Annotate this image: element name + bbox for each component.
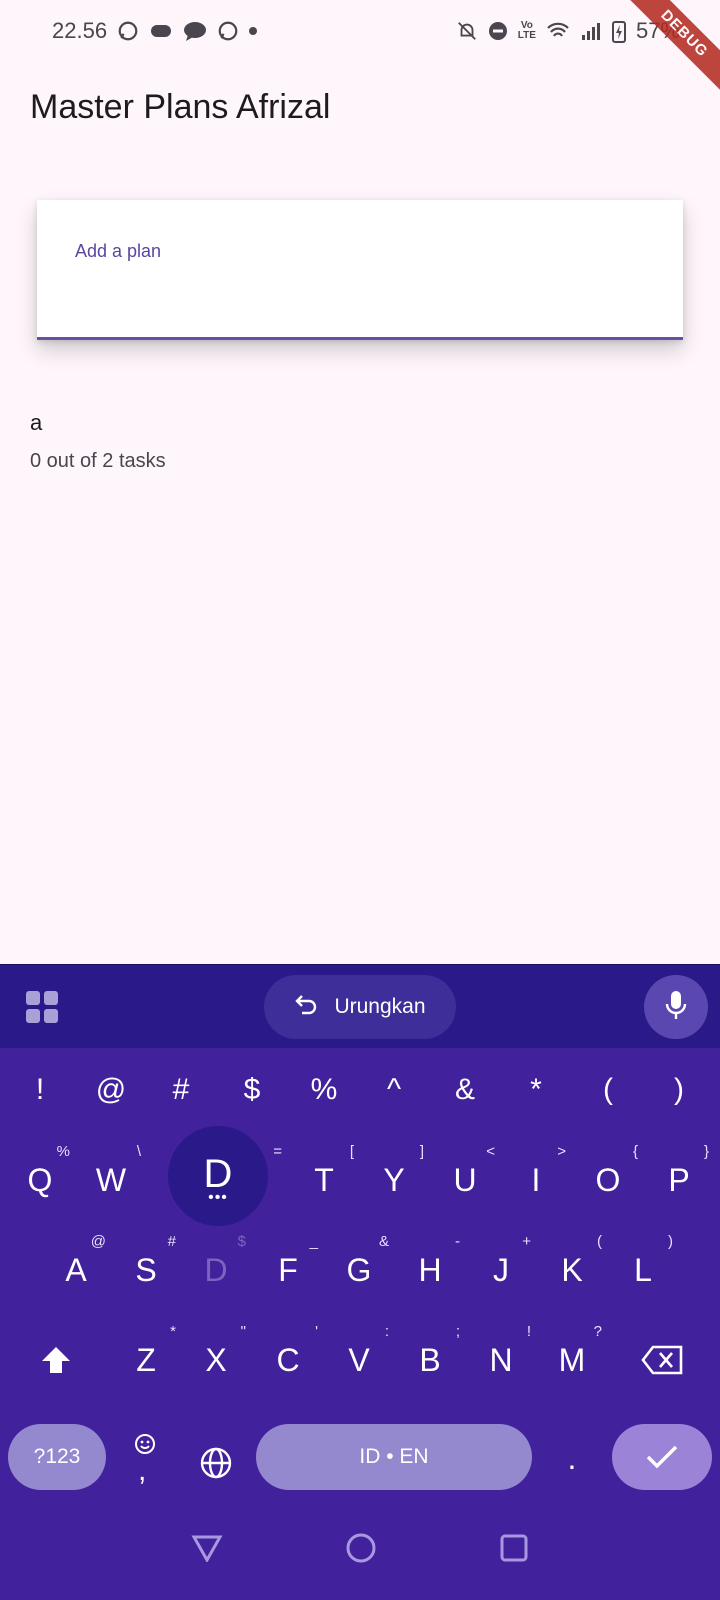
input-focus-underline <box>37 337 683 340</box>
key-h[interactable]: H- <box>394 1226 466 1314</box>
keyboard-toolbar: Urungkan <box>0 964 720 1048</box>
add-plan-card <box>37 200 683 340</box>
plan-progress: 0 out of 2 tasks <box>30 450 166 472</box>
undo-icon <box>294 993 318 1021</box>
globe-icon <box>200 1447 232 1479</box>
game-controller-icon <box>149 21 173 41</box>
key-row-1: Q% W \ = T[ Y] U < I > O{ P} <box>0 1136 720 1224</box>
key-m[interactable]: M? <box>536 1316 608 1404</box>
language-key[interactable] <box>180 1424 252 1490</box>
add-plan-input[interactable] <box>75 236 635 266</box>
key[interactable]: * <box>500 1046 572 1134</box>
home-icon[interactable] <box>345 1532 377 1569</box>
key-p[interactable]: P} <box>643 1136 715 1224</box>
battery-charging-icon <box>611 19 626 43</box>
key[interactable]: ^ <box>358 1046 430 1134</box>
apps-grid-icon[interactable] <box>26 991 58 1023</box>
notification-dot-icon <box>249 27 258 35</box>
key-a[interactable]: A @ <box>40 1226 112 1314</box>
key-press-popup: D ••• <box>168 1126 268 1226</box>
key[interactable]: @ <box>75 1046 147 1134</box>
key[interactable]: & <box>429 1046 501 1134</box>
key[interactable]: ) <box>643 1046 715 1134</box>
whatsapp-icon <box>117 20 139 42</box>
emoji-comma-key[interactable]: , <box>110 1404 182 1504</box>
space-bar[interactable]: ID • EN <box>256 1424 532 1490</box>
key-w[interactable]: W \ <box>75 1136 147 1224</box>
key-v[interactable]: V: <box>323 1316 395 1404</box>
key[interactable]: # <box>145 1046 217 1134</box>
status-time: 22.56 <box>52 18 108 43</box>
key-d[interactable]: D $ <box>180 1226 252 1314</box>
symbol-row: ! @ # $ % ^ & * ( ) <box>0 1046 720 1134</box>
key-l[interactable]: L) <box>607 1226 679 1314</box>
key[interactable]: % <box>288 1046 360 1134</box>
key-row-3: Z * X " C ' V: B; N! M? <box>0 1316 720 1404</box>
list-item[interactable]: a 0 out of 2 tasks <box>30 410 166 473</box>
plan-name: a <box>30 410 43 435</box>
key-x[interactable]: X " <box>180 1316 252 1404</box>
backspace-icon <box>641 1345 683 1375</box>
period-key[interactable]: . <box>536 1414 608 1502</box>
key-j[interactable]: J + <box>465 1226 537 1314</box>
do-not-disturb-icon <box>488 21 508 41</box>
shift-icon <box>42 1347 70 1373</box>
key[interactable]: ! <box>4 1046 76 1134</box>
whatsapp-icon <box>217 20 239 42</box>
key-q[interactable]: Q% <box>4 1136 76 1224</box>
chat-bubble-icon <box>183 20 207 42</box>
wifi-icon <box>546 21 570 41</box>
checkmark-icon <box>646 1445 678 1469</box>
key-f[interactable]: F _ <box>252 1226 324 1314</box>
key[interactable]: ( <box>572 1046 644 1134</box>
key-o[interactable]: O{ <box>572 1136 644 1224</box>
backspace-key[interactable] <box>626 1316 698 1404</box>
key-t[interactable]: T[ <box>288 1136 360 1224</box>
bell-off-icon <box>456 20 478 42</box>
key-b[interactable]: B; <box>394 1316 466 1404</box>
undo-button[interactable]: Urungkan <box>264 975 456 1039</box>
signal-icon <box>580 21 602 41</box>
volte-icon: Vo LTE <box>517 20 536 41</box>
system-nav-bar <box>0 1500 720 1600</box>
shift-key[interactable] <box>20 1316 92 1404</box>
back-icon[interactable] <box>191 1534 223 1567</box>
recents-icon[interactable] <box>499 1533 529 1568</box>
key-g[interactable]: G & <box>323 1226 395 1314</box>
status-right: Vo LTE 57% <box>456 18 680 44</box>
key-c[interactable]: C ' <box>252 1316 324 1404</box>
key-z[interactable]: Z * <box>110 1316 182 1404</box>
undo-label: Urungkan <box>334 995 426 1018</box>
status-left: 22.56 <box>52 18 258 44</box>
key-y[interactable]: Y] <box>358 1136 430 1224</box>
more-keys-dots: ••• <box>208 1189 228 1206</box>
enter-button[interactable] <box>612 1424 712 1490</box>
symbols-key[interactable]: ?123 <box>8 1424 106 1490</box>
key-i[interactable]: I > <box>500 1136 572 1224</box>
key-row-2: A @ S # D $ F _ G & H- J + K( L) <box>0 1226 720 1314</box>
page-title: Master Plans Afrizal <box>30 88 331 126</box>
key-s[interactable]: S # <box>110 1226 182 1314</box>
key[interactable]: $ <box>216 1046 288 1134</box>
microphone-icon <box>665 990 687 1025</box>
key-n[interactable]: N! <box>465 1316 537 1404</box>
microphone-button[interactable] <box>644 975 708 1039</box>
key-u[interactable]: U < <box>429 1136 501 1224</box>
key-k[interactable]: K( <box>536 1226 608 1314</box>
status-bar: 22.56 Vo LTE 57% <box>0 0 720 62</box>
